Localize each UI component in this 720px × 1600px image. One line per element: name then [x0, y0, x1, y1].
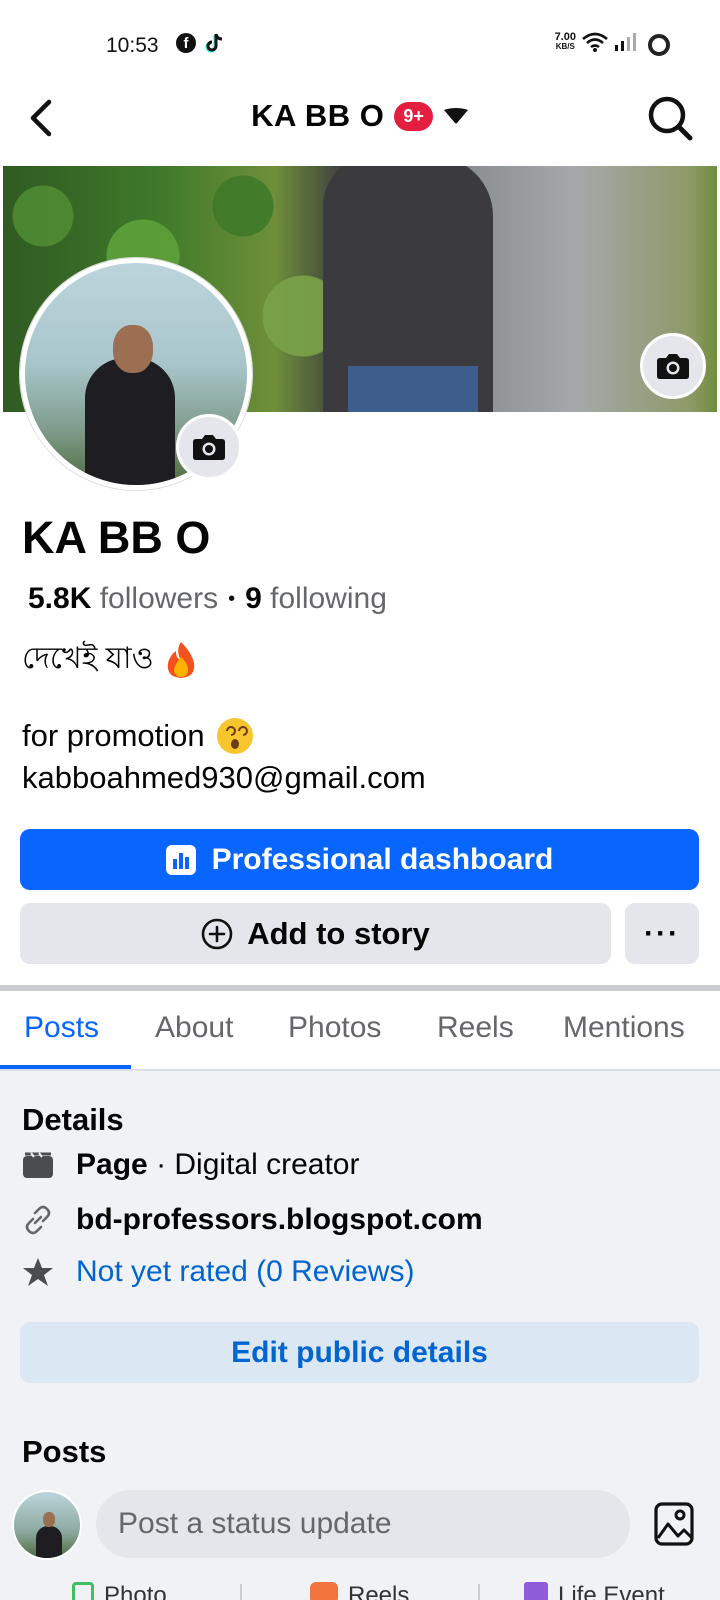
bio-text-1: দেখেই যাও [22, 642, 154, 675]
photo-action[interactable]: Photo [72, 1582, 167, 1600]
star-icon [22, 1256, 54, 1288]
link-icon [22, 1204, 54, 1236]
tab-reels[interactable]: Reels [437, 1011, 514, 1045]
network-speed-unit: KB/S [555, 42, 575, 51]
clapper-icon [22, 1149, 54, 1181]
action-separator [478, 1584, 480, 1600]
reels-action-icon [310, 1582, 338, 1600]
photo-action-icon [72, 1582, 94, 1600]
tab-photos[interactable]: Photos [288, 1011, 381, 1045]
photo-action-label: Photo [104, 1582, 167, 1600]
status-update-placeholder: Post a status update [118, 1507, 392, 1540]
tab-about[interactable]: About [155, 1011, 233, 1045]
fire-emoji-icon [167, 641, 194, 678]
facebook-notification-icon: f [176, 33, 196, 53]
reels-action-label: Reels [348, 1582, 410, 1600]
status-update-input[interactable]: Post a status update [96, 1490, 630, 1558]
website-link[interactable]: bd-professors.blogspot.com [76, 1203, 483, 1237]
profile-name: KA BB O [22, 512, 211, 563]
caret-down-icon [443, 108, 468, 124]
life-event-action[interactable]: Life Event [524, 1582, 665, 1600]
active-tab-indicator [0, 1065, 131, 1069]
detail-website[interactable]: bd-professors.blogspot.com [22, 1203, 483, 1237]
bar-chart-icon [165, 844, 196, 875]
edit-profile-picture-button[interactable] [176, 414, 242, 480]
flag-icon [524, 1582, 548, 1600]
rating-link[interactable]: Not yet rated (0 Reviews) [76, 1255, 414, 1289]
status-time: 10:53 [106, 34, 159, 57]
professional-dashboard-button[interactable]: Professional dashboard [20, 829, 699, 890]
profile-tabs: Posts About Photos Reels Mentions [0, 991, 720, 1071]
page-label: Page [76, 1148, 148, 1181]
bio-line-2: for promotion [22, 718, 253, 754]
avatar-figure-body [85, 358, 175, 485]
tiktok-notification-icon [205, 33, 223, 53]
bio-email: kabboahmed930@gmail.com [22, 760, 426, 795]
battery-icon [648, 34, 670, 56]
edit-public-details-button[interactable]: Edit public details [20, 1322, 699, 1383]
add-to-story-label: Add to story [247, 915, 430, 951]
composer-actions: Photo Reels Life Event [0, 1582, 720, 1600]
bio-text-2: for promotion [22, 718, 205, 753]
followers-stat[interactable]: 5.8K followers [28, 582, 218, 616]
camera-icon [193, 435, 225, 460]
more-options-icon: ··· [644, 916, 680, 950]
tab-mentions[interactable]: Mentions [563, 1011, 685, 1045]
following-count: 9 [245, 582, 262, 615]
dizzy-face-emoji-icon [216, 718, 253, 754]
details-title: Details [22, 1102, 124, 1137]
bio-line-1: দেখেই যাও [22, 634, 198, 685]
notification-icons: f [176, 33, 224, 55]
nav-title: KA BB O [251, 98, 385, 133]
stats-separator: • [228, 587, 236, 610]
detail-rating[interactable]: Not yet rated (0 Reviews) [22, 1255, 414, 1289]
add-to-story-button[interactable]: Add to story [20, 903, 611, 964]
posts-title: Posts [22, 1434, 107, 1469]
signal-icon [615, 33, 636, 51]
top-nav: KA BB O 9+ [0, 80, 720, 166]
detail-page-category: Page · Digital creator [22, 1148, 359, 1182]
image-icon[interactable] [654, 1500, 694, 1548]
following-label: following [270, 582, 387, 615]
more-options-button[interactable]: ··· [625, 903, 699, 964]
edit-public-details-label: Edit public details [231, 1335, 488, 1369]
tab-posts[interactable]: Posts [24, 1011, 99, 1045]
status-right-icons: 7.00 KB/S [555, 32, 636, 52]
action-separator [240, 1584, 242, 1600]
edit-cover-photo-button[interactable] [640, 333, 706, 399]
cover-jeans [348, 366, 478, 412]
professional-dashboard-label: Professional dashboard [211, 842, 554, 876]
followers-count: 5.8K [28, 582, 92, 615]
network-speed: 7.00 KB/S [555, 32, 576, 52]
plus-circle-icon [201, 918, 233, 949]
page-switcher[interactable]: KA BB O 9+ [0, 98, 720, 134]
camera-icon [657, 354, 689, 379]
notification-badge: 9+ [394, 101, 433, 131]
wifi-icon [582, 32, 608, 52]
reels-action[interactable]: Reels [310, 1582, 409, 1600]
composer-avatar[interactable] [12, 1490, 82, 1560]
avatar-figure-head [113, 325, 153, 373]
search-icon[interactable] [646, 94, 694, 142]
followers-label: followers [99, 582, 219, 615]
status-bar: 10:53 f 7.00 KB/S [0, 0, 720, 80]
page-category: · Digital creator [156, 1148, 360, 1181]
life-event-action-label: Life Event [558, 1582, 665, 1600]
following-stat[interactable]: 9 following [245, 582, 387, 616]
follow-stats[interactable]: 5.8K followers • 9 following [28, 582, 387, 616]
